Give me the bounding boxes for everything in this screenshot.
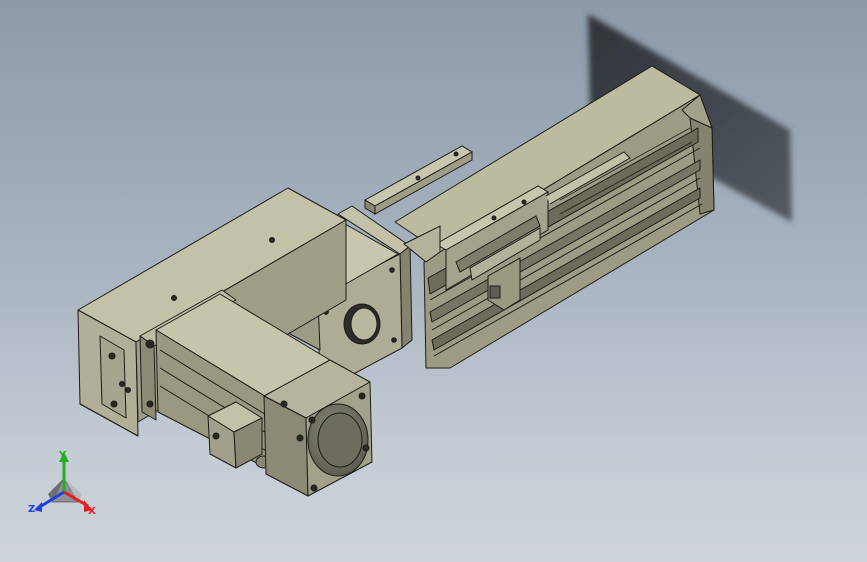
3d-model-view[interactable]: [0, 0, 867, 562]
actuator-rail[interactable]: [394, 65, 715, 369]
z-axis-arrow: Z: [28, 490, 65, 515]
y-axis-label: Y: [58, 450, 67, 461]
x-axis-label: X: [88, 506, 96, 517]
view-orientation-triad[interactable]: Y X Z: [22, 448, 106, 522]
graphics-viewport[interactable]: Y X Z: [0, 0, 867, 562]
z-axis-label: Z: [28, 504, 35, 515]
